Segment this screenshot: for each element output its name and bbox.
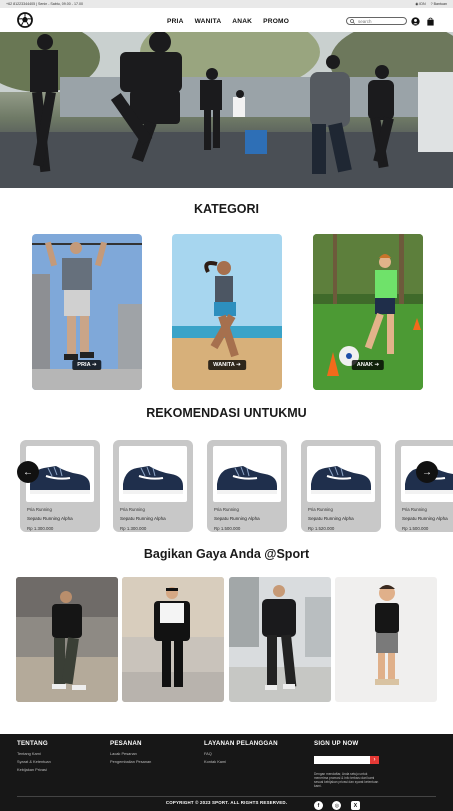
help-icon: ?	[430, 2, 433, 6]
product-name: Sepatu Running Alpha	[308, 516, 354, 521]
category-card-anak[interactable]: ANAK ➔	[313, 234, 423, 390]
shopping-bag-icon[interactable]	[426, 17, 435, 26]
footer-link[interactable]: Pengembalian Pesanan	[110, 759, 151, 764]
product-category: Pria Running	[402, 507, 427, 512]
globe-icon: ◉	[415, 2, 419, 6]
footer-layanan: LAYANAN PELANGGAN FAQ Kontak Kami	[204, 740, 278, 767]
brand-logo-icon[interactable]	[17, 12, 33, 28]
search-icon	[350, 18, 355, 24]
gallery-photo-3	[229, 577, 331, 702]
product-card[interactable]: Pria Running Sepatu Running Alpha Rp 1.300…	[20, 440, 100, 532]
main-menu: PRIA WANITA ANAK PROMO	[167, 18, 289, 25]
product-price: Rp 1.500.000	[402, 526, 429, 531]
product-name: Sepatu Running Alpha	[214, 516, 260, 521]
product-name: Sepatu Running Alpha	[27, 516, 73, 521]
kategori-title: KATEGORI	[193, 202, 260, 216]
gallery-item[interactable]	[229, 577, 331, 702]
product-price: Rp 1.300.000	[120, 526, 147, 531]
footer-pesanan: PESANAN Lacak Pesanan Pengembalian Pesan…	[110, 740, 151, 767]
signup-email-input[interactable]	[314, 755, 370, 764]
product-image	[213, 446, 281, 502]
category-button-pria[interactable]: PRIA ➔	[72, 360, 102, 370]
gallery-item[interactable]	[122, 577, 224, 702]
signup-note: Dengan mendaftar, Anda setuju untuk mene…	[314, 772, 379, 789]
footer-link[interactable]: Lacak Pesanan	[110, 751, 151, 756]
region-selector[interactable]: ◉ IDN	[415, 2, 425, 6]
footer-tentang: TENTANG Tentang Kami Syarat & Ketentuan …	[17, 740, 51, 775]
running-shoe-icon	[123, 466, 183, 494]
product-category: Pria Running	[120, 507, 145, 512]
product-name: Sepatu Running Alpha	[120, 516, 166, 521]
copyright-text: COPYRIGHT © 2023 SPORT. ALL RIGHTS RESER…	[165, 800, 288, 805]
help-link[interactable]: ? Bantuan	[431, 2, 447, 6]
product-price: Rp 1.520.000	[308, 526, 335, 531]
product-category: Pria Running	[308, 507, 333, 512]
gallery-item[interactable]	[16, 577, 118, 702]
category-card-pria[interactable]: PRIA ➔	[32, 234, 142, 390]
search-input[interactable]: search	[346, 17, 407, 25]
gallery-photo-2	[122, 577, 224, 702]
product-image	[307, 446, 375, 502]
arrow-right-icon: →	[422, 466, 432, 478]
product-card[interactable]: Pria Running Sepatu Running Alpha Rp 1.300…	[113, 440, 193, 532]
chevron-right-icon: ›	[373, 756, 376, 763]
gallery-photo-1	[16, 577, 118, 702]
arrow-left-icon: ←	[23, 466, 33, 478]
site-footer: TENTANG Tentang Kami Syarat & Ketentuan …	[0, 734, 453, 811]
user-icon[interactable]	[411, 17, 420, 26]
product-category: Pria Running	[27, 507, 52, 512]
footer-link[interactable]: Kontak Kami	[204, 759, 278, 764]
footer-link[interactable]: FAQ	[204, 751, 278, 756]
footer-heading-tentang: TENTANG	[17, 740, 48, 747]
top-info-bar: +62 81223344405 | Senin - Sabtu, 09.00 -…	[0, 0, 453, 8]
footer-divider	[17, 796, 436, 797]
hero-banner[interactable]	[0, 32, 453, 188]
carousel-prev-button[interactable]: ←	[17, 461, 39, 483]
category-button-anak[interactable]: ANAK ➔	[351, 360, 385, 370]
product-card[interactable]: Pria Running Sepatu Running Alpha Rp 1.500…	[207, 440, 287, 532]
rekomendasi-title: REKOMENDASI UNTUKMU	[146, 406, 307, 420]
signup-submit-button[interactable]: ›	[370, 755, 379, 764]
footer-heading-signup: SIGN UP NOW	[314, 740, 359, 747]
product-card[interactable]: Pria Running Sepatu Running Alpha Rp 1.500…	[395, 440, 453, 532]
menu-item-anak[interactable]: ANAK	[232, 18, 252, 25]
product-image	[119, 446, 187, 502]
gallery-item[interactable]	[335, 577, 437, 702]
menu-item-pria[interactable]: PRIA	[167, 18, 184, 25]
main-navbar: PRIA WANITA ANAK PROMO search	[0, 8, 453, 32]
product-price: Rp 1.500.000	[214, 526, 241, 531]
gaya-title: Bagikan Gaya Anda @Sport	[143, 547, 310, 561]
product-category: Pria Running	[214, 507, 239, 512]
footer-heading-pesanan: PESANAN	[110, 740, 142, 747]
product-price: Rp 1.300.000	[27, 526, 54, 531]
footer-heading-layanan: LAYANAN PELANGGAN	[204, 740, 278, 747]
running-shoe-icon	[311, 466, 371, 494]
menu-item-wanita[interactable]: WANITA	[195, 18, 222, 25]
carousel-next-button[interactable]: →	[416, 461, 438, 483]
contact-info: +62 81223344405 | Senin - Sabtu, 09.00 -…	[6, 2, 83, 6]
category-button-wanita[interactable]: WANITA ➔	[208, 360, 246, 370]
product-name: Sepatu Running Alpha	[402, 516, 448, 521]
gallery-photo-4	[335, 577, 437, 702]
running-shoe-icon	[217, 466, 277, 494]
arrow-right-icon: ➔	[236, 362, 241, 368]
footer-link[interactable]: Kebijakan Privasi	[17, 767, 51, 772]
footer-link[interactable]: Tentang Kami	[17, 751, 51, 756]
footer-link[interactable]: Syarat & Ketentuan	[17, 759, 51, 764]
menu-item-promo[interactable]: PROMO	[263, 18, 289, 25]
product-card[interactable]: Pria Running Sepatu Running Alpha Rp 1.520…	[301, 440, 381, 532]
arrow-right-icon: ➔	[374, 362, 380, 368]
hero-photo-runners	[0, 32, 453, 188]
category-card-wanita[interactable]: WANITA ➔	[172, 234, 282, 390]
arrow-right-icon: ➔	[92, 362, 97, 368]
